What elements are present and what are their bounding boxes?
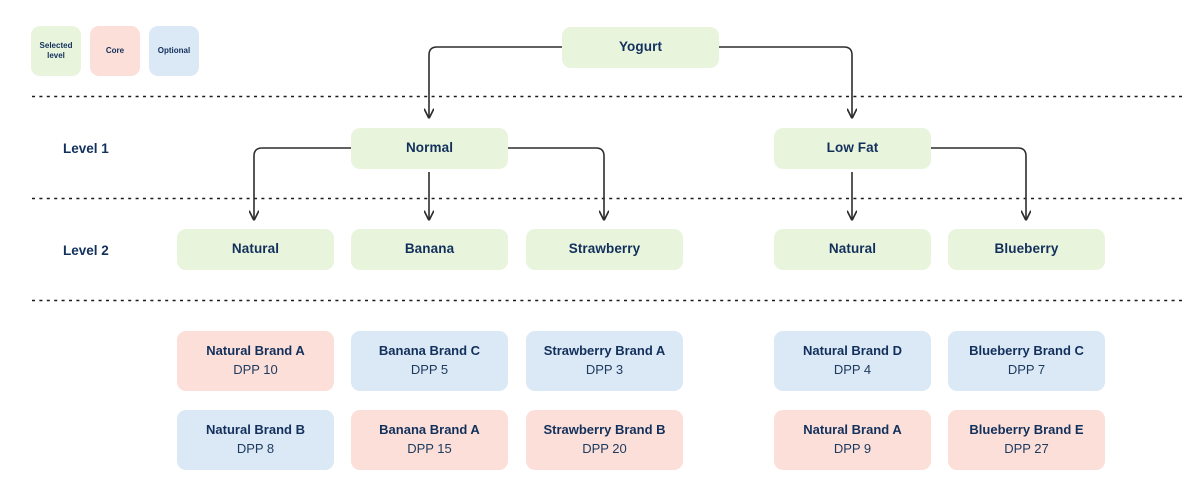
edge-lowfat-blueberry <box>931 147 1026 219</box>
legend-label: Selected level <box>39 41 73 60</box>
product-dpp: DPP 4 <box>833 362 872 378</box>
node-level2-natural-lowfat[interactable]: Natural <box>774 229 931 270</box>
product-dpp: DPP 27 <box>1004 441 1049 457</box>
diagram-canvas: Selected level Core Optional Yogurt Leve… <box>0 0 1201 501</box>
node-label: Low Fat <box>826 140 879 156</box>
product-card[interactable]: Blueberry Brand C DPP 7 <box>948 331 1105 391</box>
product-dpp: DPP 8 <box>236 441 275 457</box>
legend-item-selected-level: Selected level <box>31 26 81 76</box>
edge-yogurt-normal <box>429 46 562 117</box>
node-label: Strawberry <box>568 241 641 257</box>
product-dpp: DPP 3 <box>585 362 624 378</box>
product-title: Natural Brand B <box>206 422 305 438</box>
edge-normal-natural <box>254 147 351 219</box>
node-level2-banana[interactable]: Banana <box>351 229 508 270</box>
product-card[interactable]: Blueberry Brand E DPP 27 <box>948 410 1105 470</box>
product-title: Banana Brand C <box>378 343 481 359</box>
node-level2-strawberry[interactable]: Strawberry <box>526 229 683 270</box>
product-title: Blueberry Brand C <box>969 343 1084 359</box>
legend-label: Core <box>105 46 125 55</box>
legend-label: Optional <box>157 46 191 55</box>
product-card[interactable]: Banana Brand A DPP 15 <box>351 410 508 470</box>
node-level2-blueberry[interactable]: Blueberry <box>948 229 1105 270</box>
node-level1-normal[interactable]: Normal <box>351 128 508 169</box>
product-dpp: DPP 20 <box>582 441 627 457</box>
product-card[interactable]: Strawberry Brand B DPP 20 <box>526 410 683 470</box>
product-title: Natural Brand D <box>803 343 902 359</box>
node-level2-natural-normal[interactable]: Natural <box>177 229 334 270</box>
node-label: Yogurt <box>618 39 663 55</box>
product-card[interactable]: Banana Brand C DPP 5 <box>351 331 508 391</box>
product-title: Natural Brand A <box>803 422 902 438</box>
product-title: Blueberry Brand E <box>969 422 1084 438</box>
product-card[interactable]: Natural Brand A DPP 9 <box>774 410 931 470</box>
product-card[interactable]: Natural Brand A DPP 10 <box>177 331 334 391</box>
product-card[interactable]: Natural Brand B DPP 8 <box>177 410 334 470</box>
node-label: Banana <box>404 241 455 257</box>
node-label: Blueberry <box>994 241 1059 257</box>
node-label: Natural <box>231 241 280 257</box>
product-dpp: DPP 15 <box>407 441 452 457</box>
edge-yogurt-lowfat <box>719 46 852 117</box>
edge-normal-strawberry <box>508 147 604 219</box>
node-label: Natural <box>828 241 877 257</box>
product-dpp: DPP 5 <box>410 362 449 378</box>
product-title: Strawberry Brand B <box>543 422 666 438</box>
row-label-level2: Level 2 <box>63 243 109 258</box>
product-dpp: DPP 10 <box>233 362 278 378</box>
product-dpp: DPP 7 <box>1007 362 1046 378</box>
product-title: Banana Brand A <box>379 422 480 438</box>
node-label: Normal <box>405 140 454 156</box>
legend-item-core: Core <box>90 26 140 76</box>
row-label-level1: Level 1 <box>63 141 109 156</box>
product-card[interactable]: Strawberry Brand A DPP 3 <box>526 331 683 391</box>
node-root-yogurt[interactable]: Yogurt <box>562 27 719 68</box>
product-card[interactable]: Natural Brand D DPP 4 <box>774 331 931 391</box>
legend-item-optional: Optional <box>149 26 199 76</box>
node-level1-low-fat[interactable]: Low Fat <box>774 128 931 169</box>
product-dpp: DPP 9 <box>833 441 872 457</box>
product-title: Strawberry Brand A <box>543 343 666 359</box>
product-title: Natural Brand A <box>206 343 305 359</box>
